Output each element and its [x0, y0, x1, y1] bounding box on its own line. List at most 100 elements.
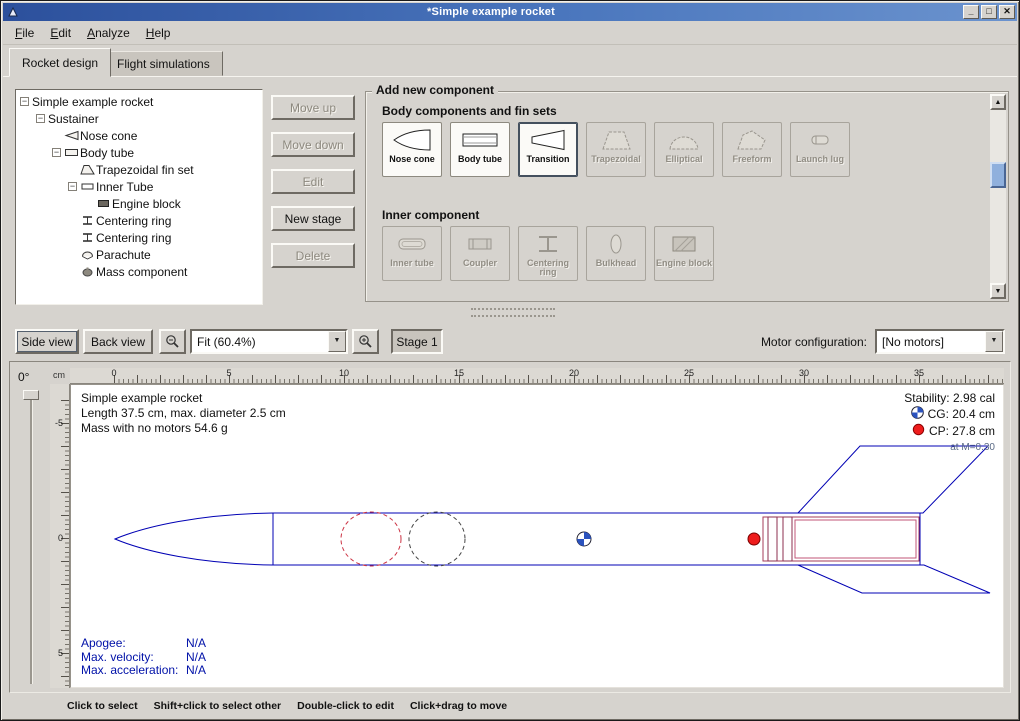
tree-item-centering-ring-1[interactable]: Centering ring	[18, 212, 262, 229]
tab-flight-simulations[interactable]: Flight simulations	[104, 51, 223, 76]
tree-item-body-tube[interactable]: − Body tube	[18, 144, 262, 161]
tree-item-label: Simple example rocket	[32, 95, 153, 109]
tree-item-nose-cone[interactable]: Nose cone	[18, 127, 262, 144]
menu-file[interactable]: File	[7, 23, 42, 43]
tree-expander-icon[interactable]: −	[36, 114, 45, 123]
add-elliptical-fin-button[interactable]: Elliptical	[654, 122, 714, 177]
tree-item-label: Parachute	[96, 248, 151, 262]
menu-analyze[interactable]: Analyze	[79, 23, 138, 43]
comp-button-label: Bulkhead	[596, 259, 637, 268]
comp-button-label: Engine block	[656, 259, 712, 268]
add-launch-lug-button[interactable]: Launch lug	[790, 122, 850, 177]
left-ruler: -5 0 5	[50, 384, 70, 688]
maximize-button[interactable]: □	[981, 5, 997, 19]
ruler-tick-label: 5	[58, 648, 63, 658]
groupbox-scrollbar[interactable]: ▲ ▼	[990, 94, 1006, 299]
mach-readout: at M=0.30	[904, 440, 995, 455]
add-freeform-fin-button[interactable]: Freeform	[722, 122, 782, 177]
bulkhead-icon	[594, 230, 638, 258]
chevron-down-icon[interactable]: ▼	[985, 331, 1003, 352]
rotation-slider[interactable]	[30, 390, 33, 684]
zoom-level-select[interactable]: Fit (60.4%) ▼	[190, 329, 348, 354]
menubar: File Edit Analyze Help	[3, 21, 1017, 45]
comp-button-label: Nose cone	[389, 155, 435, 164]
status-hint-drag: Click+drag to move	[410, 700, 507, 712]
status-bar: Click to select Shift+click to select ot…	[3, 694, 1017, 718]
side-view-button[interactable]: Side view	[15, 329, 79, 354]
add-coupler-button[interactable]: Coupler	[450, 226, 510, 281]
zoom-in-button[interactable]	[352, 329, 379, 354]
scroll-thumb[interactable]	[990, 162, 1006, 188]
add-bulkhead-button[interactable]: Bulkhead	[586, 226, 646, 281]
tree-item-mass-component[interactable]: Mass component	[18, 263, 262, 280]
tree-item-inner-tube[interactable]: − Inner Tube	[18, 178, 262, 195]
tree-expander-icon[interactable]: −	[52, 148, 61, 157]
add-inner-tube-button[interactable]: Inner tube	[382, 226, 442, 281]
add-engine-block-button[interactable]: Engine block	[654, 226, 714, 281]
tree-expander-icon[interactable]: −	[20, 97, 29, 106]
close-button[interactable]: ✕	[999, 5, 1015, 19]
motor-config-select[interactable]: [No motors] ▼	[875, 329, 1005, 354]
tree-item-parachute[interactable]: Parachute	[18, 246, 262, 263]
component-tree[interactable]: − Simple example rocket − Sustainer Nose…	[15, 89, 263, 305]
scroll-down-button[interactable]: ▼	[990, 283, 1006, 299]
rocket-info: Simple example rocket Length 37.5 cm, ma…	[81, 391, 286, 436]
tree-expander-icon[interactable]: −	[68, 182, 77, 191]
tree-item-engine-block[interactable]: Engine block	[18, 195, 262, 212]
mass-component-outline	[409, 512, 465, 566]
move-up-button[interactable]: Move up	[271, 95, 355, 120]
body-tube-icon	[64, 147, 80, 158]
cp-marker	[748, 533, 760, 545]
tree-item-label: Inner Tube	[96, 180, 153, 194]
comp-button-label: Freeform	[732, 155, 771, 164]
comp-button-label: Inner tube	[390, 259, 434, 268]
menu-help[interactable]: Help	[138, 23, 179, 43]
comp-button-label: Body tube	[458, 155, 502, 164]
comp-button-label: Launch lug	[796, 155, 844, 164]
add-transition-button[interactable]: Transition	[518, 122, 578, 177]
centering-ring-icon	[526, 230, 570, 258]
tree-item-sustainer[interactable]: − Sustainer	[18, 110, 262, 127]
tree-item-label: Engine block	[112, 197, 181, 211]
add-nose-cone-button[interactable]: Nose cone	[382, 122, 442, 177]
splitter-handle[interactable]	[471, 308, 555, 317]
comp-button-label: Coupler	[463, 259, 497, 268]
ruler-tick-label: 5	[226, 368, 231, 378]
scroll-up-button[interactable]: ▲	[990, 94, 1006, 110]
magnifier-plus-icon	[358, 334, 373, 349]
tab-rocket-design[interactable]: Rocket design	[9, 48, 111, 77]
delete-button[interactable]: Delete	[271, 243, 355, 268]
parachute-icon	[80, 249, 96, 260]
centering-ring-icon	[80, 215, 96, 226]
ruler-tick-label: 20	[569, 368, 579, 378]
ruler-tick-label: 25	[684, 368, 694, 378]
edit-button[interactable]: Edit	[271, 169, 355, 194]
add-body-tube-button[interactable]: Body tube	[450, 122, 510, 177]
zoom-out-button[interactable]	[159, 329, 186, 354]
stage-1-toggle[interactable]: Stage 1	[391, 329, 443, 354]
add-trapezoidal-fin-button[interactable]: Trapezoidal	[586, 122, 646, 177]
rotation-slider-handle[interactable]	[23, 390, 39, 400]
inner-components-row: Inner tube Coupler Centering ring	[382, 226, 714, 281]
add-centering-ring-button[interactable]: Centering ring	[518, 226, 578, 281]
new-stage-button[interactable]: New stage	[271, 206, 355, 231]
nose-cone-outline	[115, 513, 273, 565]
tree-item-centering-ring-2[interactable]: Centering ring	[18, 229, 262, 246]
tree-item-label: Centering ring	[96, 214, 171, 228]
tree-item-fin-set[interactable]: Trapezoidal fin set	[18, 161, 262, 178]
menu-edit[interactable]: Edit	[42, 23, 79, 43]
scrollbar-track[interactable]	[990, 110, 1006, 283]
tree-item-label: Sustainer	[48, 112, 99, 126]
rocket-mass: Mass with no motors 54.6 g	[81, 421, 286, 436]
minimize-button[interactable]: _	[963, 5, 979, 19]
back-view-button[interactable]: Back view	[83, 329, 153, 354]
stability-block: Stability: 2.98 cal CG: 20.4 cm CP: 27.8…	[904, 391, 995, 455]
comp-button-label: Trapezoidal	[591, 155, 641, 164]
chevron-down-icon[interactable]: ▼	[328, 331, 346, 352]
tree-item-rocket[interactable]: − Simple example rocket	[18, 93, 262, 110]
ruler-tick-label: 15	[454, 368, 464, 378]
move-down-button[interactable]: Move down	[271, 132, 355, 157]
rocket-canvas[interactable]: Simple example rocket Length 37.5 cm, ma…	[70, 384, 1004, 688]
window-titlebar[interactable]: *Simple example rocket _ □ ✕	[3, 3, 1017, 21]
top-ruler: 0 5 10 15 20 25 30 35	[70, 368, 1004, 384]
